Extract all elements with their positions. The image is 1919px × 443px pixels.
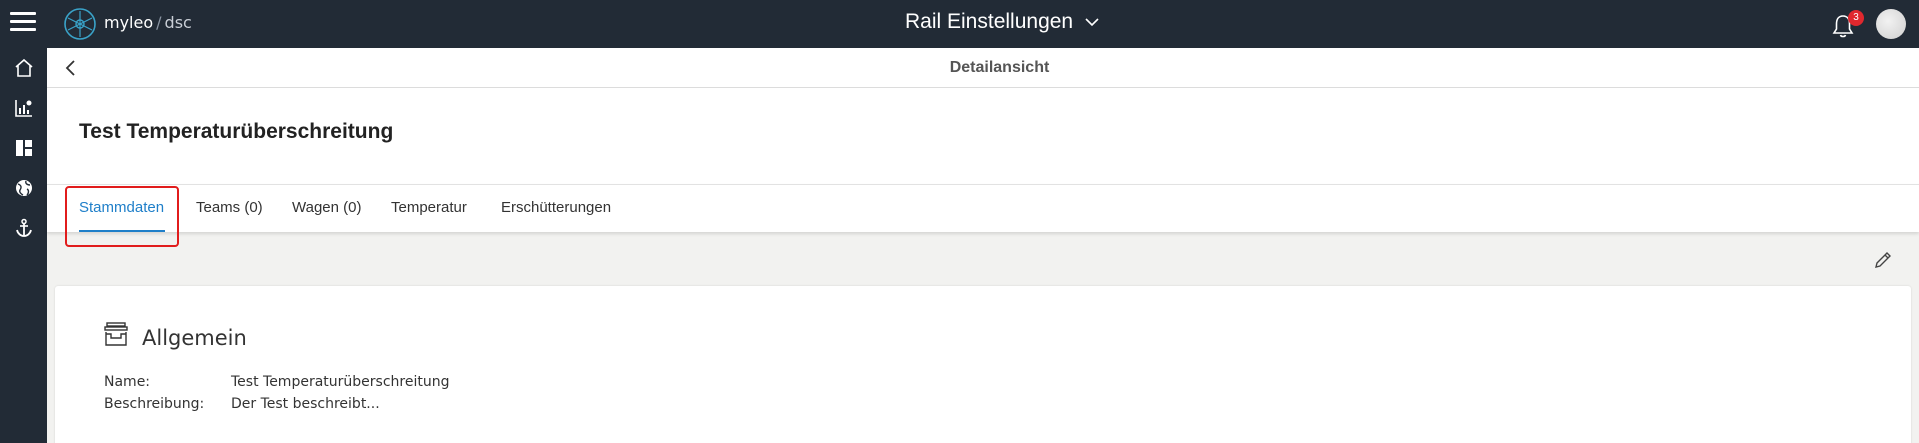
field-label-name: Name: [104, 374, 151, 390]
detail-bar-title: Detailansicht [949, 59, 1050, 76]
section-heading: Allgemein [142, 326, 247, 350]
analytics-icon [14, 100, 32, 117]
active-tab-indicator [79, 230, 165, 232]
edit-pencil-icon[interactable] [1873, 250, 1893, 270]
brand-sub-label: dsc [164, 13, 192, 32]
app-switcher[interactable]: Rail Einstellungen [905, 10, 1099, 34]
chevron-down-icon [1085, 18, 1099, 27]
notification-badge: 3 [1848, 10, 1864, 26]
app-title: Rail Einstellungen [905, 10, 1074, 33]
archive-box-icon [104, 322, 128, 346]
page-title: Test Temperaturüberschreitung [79, 120, 394, 143]
globe-icon [15, 180, 32, 196]
title-panel: Test Temperaturüberschreitung [47, 88, 1919, 184]
sidebar-item-home[interactable] [0, 48, 47, 88]
home-icon [14, 58, 33, 77]
tab-erschuetterungen[interactable]: Erschütterungen [501, 199, 611, 216]
brand-label: myleo [104, 13, 154, 32]
field-value-description: Der Test beschreibt... [231, 396, 380, 412]
tab-teams[interactable]: Teams (0) [196, 199, 263, 216]
dashboard-icon [15, 140, 32, 156]
tab-stammdaten[interactable]: Stammdaten [79, 199, 164, 216]
sidebar-item-analytics[interactable] [0, 88, 47, 128]
avatar[interactable] [1876, 9, 1906, 39]
sidebar-item-dashboard[interactable] [0, 128, 47, 168]
top-bar: myleo / dsc Rail Einstellungen 3 [0, 0, 1919, 48]
brand-name: myleo / dsc [104, 13, 192, 32]
sidebar-item-globe[interactable] [0, 168, 47, 208]
general-card: Allgemein Name: Test Temperaturüberschre… [55, 286, 1911, 443]
tab-temperatur[interactable]: Temperatur [391, 199, 467, 216]
sidebar-item-anchor[interactable] [0, 208, 47, 248]
detail-bar: Detailansicht [47, 48, 1919, 88]
field-label-description: Beschreibung: [104, 396, 205, 412]
tab-bar: Stammdaten Teams (0) Wagen (0) Temperatu… [47, 184, 1919, 232]
tab-wagen[interactable]: Wagen (0) [292, 199, 361, 216]
brand-separator: / [156, 13, 162, 32]
field-value-name: Test Temperaturüberschreitung [231, 374, 450, 390]
menu-icon[interactable] [10, 12, 36, 36]
anchor-icon [15, 218, 32, 237]
sidebar [0, 48, 47, 443]
logo-icon [64, 8, 96, 40]
